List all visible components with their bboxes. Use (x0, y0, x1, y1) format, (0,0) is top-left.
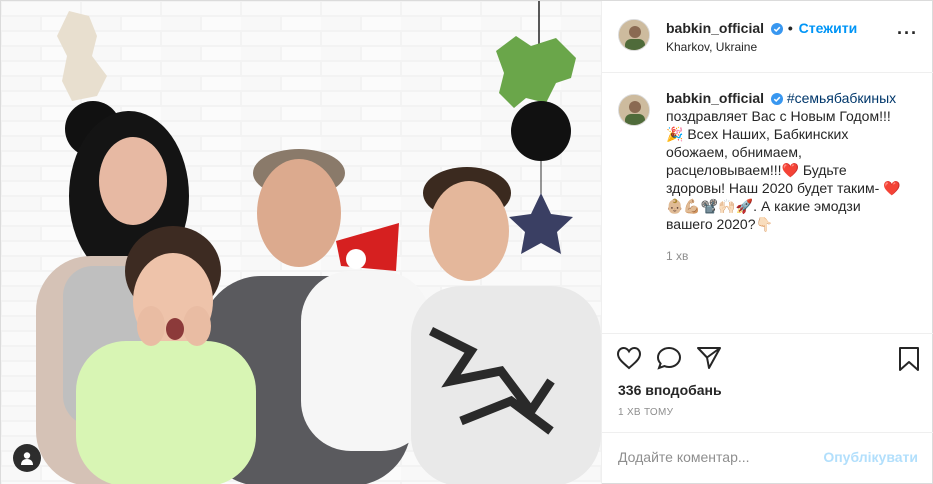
user-tag-button[interactable] (13, 444, 41, 472)
separator-dot: • (787, 20, 793, 36)
post-dialog: babkin_official • Стежити Kharkov, Ukrai… (0, 0, 933, 484)
bookmark-icon[interactable] (898, 346, 920, 372)
caption-username[interactable]: babkin_official (666, 90, 764, 106)
post-header: babkin_official • Стежити Kharkov, Ukrai… (602, 1, 933, 73)
post-actions: 336 вподобань 1 ХВ ТОМУ (602, 333, 933, 443)
verified-icon (770, 93, 783, 105)
header-username[interactable]: babkin_official (666, 20, 764, 36)
follow-button[interactable]: Стежити (799, 20, 858, 36)
more-icon: ··· (897, 23, 918, 43)
header-username-row: babkin_official • Стежити (666, 20, 857, 36)
post-side-panel: babkin_official • Стежити Kharkov, Ukrai… (601, 1, 933, 484)
caption-text: babkin_official #семьябабкиных поздравля… (666, 89, 902, 265)
verified-icon (770, 23, 783, 35)
avatar-image (619, 20, 649, 50)
avatar-image (619, 95, 649, 125)
caption-line: 👶🏼💪🏼📽️🙌🏻🚀. А какие эмодзи вашего 2020?👇🏻 (666, 198, 861, 232)
caption-avatar[interactable] (618, 94, 650, 126)
post-caption: babkin_official #семьябабкиных поздравля… (618, 89, 918, 265)
heart-icon[interactable] (616, 346, 642, 370)
caption-hashtag[interactable]: #семьябабкиных (787, 90, 896, 106)
location-link[interactable]: Kharkov, Ukraine (666, 40, 757, 54)
like-count[interactable]: 336 вподобань (618, 382, 722, 398)
post-comment-button[interactable]: Опублікувати (823, 449, 918, 465)
post-photo[interactable] (1, 1, 601, 484)
post-time-ago: 1 ХВ ТОМУ (618, 407, 674, 418)
caption-timestamp: 1 хв (666, 249, 689, 263)
comment-input[interactable] (618, 447, 818, 467)
more-options-button[interactable]: ··· (897, 24, 918, 42)
share-icon[interactable] (696, 346, 722, 370)
avatar[interactable] (618, 19, 650, 51)
user-tag-icon (21, 452, 33, 465)
comment-bar: Опублікувати (602, 432, 933, 484)
comment-icon[interactable] (656, 346, 682, 370)
family-photo-illustration (1, 1, 601, 484)
